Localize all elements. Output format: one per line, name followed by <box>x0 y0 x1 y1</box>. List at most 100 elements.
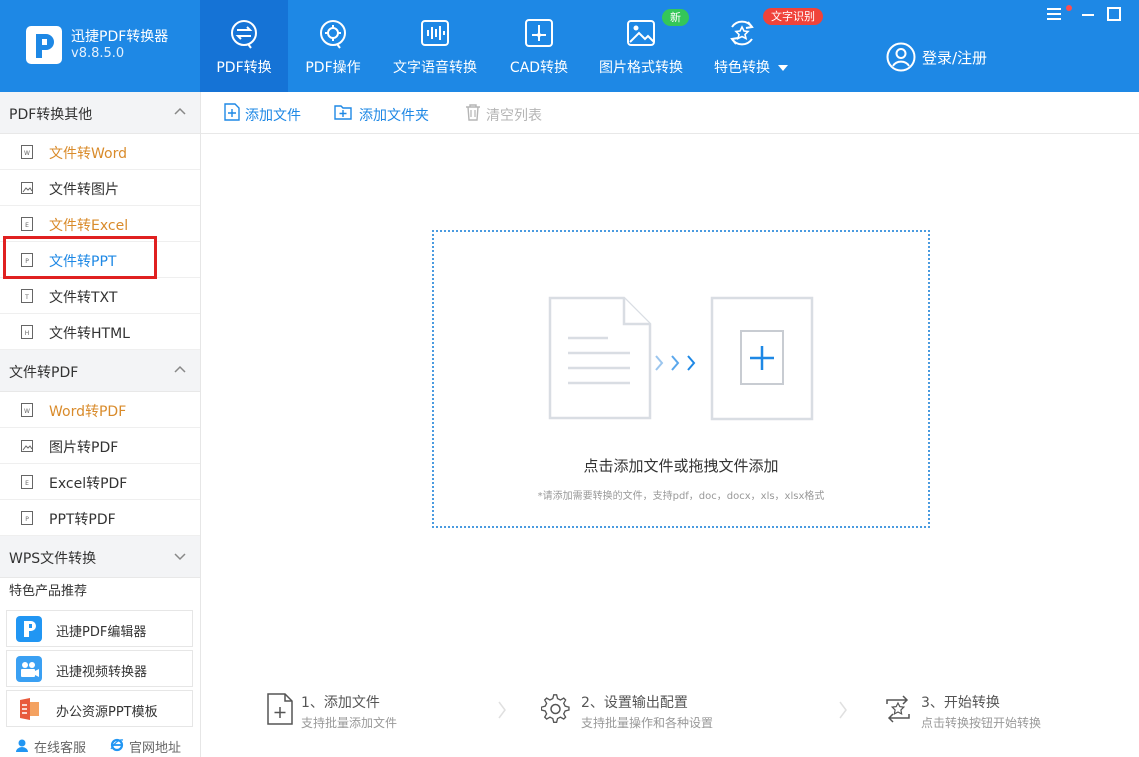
start-convert-icon <box>886 695 910 723</box>
svg-text:W: W <box>24 408 30 415</box>
maximize-icon[interactable] <box>1106 6 1122 22</box>
trash-icon <box>466 104 480 121</box>
document-icon <box>548 296 652 420</box>
sidebar-item-label: 文件转图片 <box>49 182 119 198</box>
sidebar-item-file-to-html[interactable]: H 文件转HTML <box>0 314 200 350</box>
word-doc-icon: W <box>21 145 33 159</box>
title-bar: 迅捷PDF转换器 v8.8.5.0 PDF转换 PDF操作 文字语音转换 CAD… <box>0 0 1139 92</box>
notification-dot <box>1066 5 1072 11</box>
sidebar-item-label: Word转PDF <box>49 404 127 420</box>
minimize-icon[interactable] <box>1080 6 1096 22</box>
add-folder-label: 添加文件夹 <box>359 108 429 124</box>
sidebar-item-ppt-to-pdf[interactable]: P PPT转PDF <box>0 500 200 536</box>
image-doc-icon <box>21 182 33 194</box>
sound-wave-icon <box>421 20 449 46</box>
footer-link-label: 官网地址 <box>129 741 182 756</box>
svg-text:T: T <box>24 294 29 301</box>
step-title: 2、设置输出配置 <box>581 695 688 711</box>
section-title: WPS文件转换 <box>9 551 97 567</box>
txt-doc-icon: T <box>21 289 33 303</box>
ie-browser-icon <box>110 738 124 752</box>
app-version: v8.8.5.0 <box>71 46 125 61</box>
ppt-doc-icon: P <box>21 511 33 525</box>
recommend-video-converter[interactable]: 迅捷视频转换器 <box>6 650 193 687</box>
chevron-down-icon <box>174 553 186 561</box>
sidebar-item-word-to-pdf[interactable]: W Word转PDF <box>0 392 200 428</box>
section-title: PDF转换其他 <box>9 107 93 123</box>
dropzone-hint-text: *请添加需要转换的文件，支持pdf，doc，docx，xls，xlsx格式 <box>537 491 825 502</box>
section-pdf-to-other[interactable]: PDF转换其他 <box>0 92 200 134</box>
step-title: 1、添加文件 <box>301 695 380 711</box>
html-doc-icon: H <box>21 325 33 339</box>
sidebar-item-image-to-pdf[interactable]: 图片转PDF <box>0 428 200 464</box>
add-file-label: 添加文件 <box>245 108 301 124</box>
sidebar-item-file-to-word[interactable]: W 文件转Word <box>0 134 200 170</box>
sidebar-item-label: 文件转HTML <box>49 326 130 342</box>
tab-label: PDF操作 <box>305 60 361 76</box>
sidebar-item-excel-to-pdf[interactable]: E Excel转PDF <box>0 464 200 500</box>
tab-text-voice[interactable]: 文字语音转换 <box>385 0 485 92</box>
arrow-chevrons-icon <box>655 355 696 371</box>
step-title: 3、开始转换 <box>921 695 1000 711</box>
sidebar: PDF转换其他 W 文件转Word 文件转图片 E 文件转Excel P 文件转… <box>0 92 201 757</box>
image-doc-icon <box>21 440 33 452</box>
cad-icon <box>525 19 553 47</box>
svg-text:P: P <box>25 516 29 523</box>
tab-label: 文字语音转换 <box>393 60 477 76</box>
sidebar-item-label: 文件转Word <box>49 146 127 162</box>
toolbar: 添加文件 添加文件夹 清空列表 <box>201 92 1139 134</box>
app-name: 迅捷PDF转换器 <box>71 29 169 45</box>
word-doc-icon: W <box>21 403 33 417</box>
selection-highlight-box <box>3 236 157 279</box>
recommend-title: 特色产品推荐 <box>9 584 88 599</box>
ocr-badge: 文字识别 <box>763 8 823 25</box>
recommend-label: 迅捷PDF编辑器 <box>56 625 147 640</box>
sidebar-item-label: 图片转PDF <box>49 440 119 456</box>
svg-text:W: W <box>24 150 30 157</box>
tab-label: 图片格式转换 <box>599 60 683 76</box>
tab-pdf-operate[interactable]: PDF操作 <box>290 0 376 92</box>
dropdown-arrow-icon <box>778 65 788 71</box>
add-folder-icon <box>334 105 352 120</box>
section-file-to-pdf[interactable]: 文件转PDF <box>0 350 200 392</box>
tab-label-text: 特色转换 <box>714 60 770 76</box>
user-icon <box>886 42 916 72</box>
pdf-app-logo <box>26 26 62 64</box>
tab-pdf-convert[interactable]: PDF转换 <box>200 0 288 92</box>
support-icon <box>16 739 28 752</box>
sidebar-item-file-to-txt[interactable]: T 文件转TXT <box>0 278 200 314</box>
recommend-pdf-editor[interactable]: 迅捷PDF编辑器 <box>6 610 193 647</box>
footer-link-label: 在线客服 <box>34 741 87 756</box>
excel-doc-icon: E <box>21 217 33 231</box>
sidebar-item-label: 文件转TXT <box>49 290 118 306</box>
sidebar-item-file-to-image[interactable]: 文件转图片 <box>0 170 200 206</box>
ppt-template-icon <box>20 698 39 720</box>
tab-label: PDF转换 <box>216 60 272 76</box>
dropzone-main-text: 点击添加文件或拖拽文件添加 <box>583 457 779 475</box>
clear-list-label: 清空列表 <box>486 108 542 124</box>
chevron-up-icon <box>174 365 186 373</box>
chevron-right-icon <box>498 701 506 719</box>
settings-gear-icon <box>541 694 570 724</box>
add-file-icon <box>224 103 240 121</box>
pdf-editor-icon <box>16 616 42 642</box>
step-desc: 点击转换按钮开始转换 <box>921 716 1042 730</box>
section-title: 文件转PDF <box>9 365 79 381</box>
video-converter-icon <box>16 656 42 682</box>
add-file-illustration <box>548 296 814 421</box>
tab-label: 特色转换 <box>714 57 800 77</box>
section-wps-convert[interactable]: WPS文件转换 <box>0 536 200 578</box>
svg-text:E: E <box>25 222 29 229</box>
tab-cad-convert[interactable]: CAD转换 <box>500 0 578 92</box>
image-icon <box>627 20 655 46</box>
svg-text:H: H <box>25 330 30 337</box>
sidebar-item-label: Excel转PDF <box>49 476 128 492</box>
gear-circle-icon <box>320 20 346 49</box>
add-file-icon <box>267 693 293 725</box>
login-label: 登录/注册 <box>922 49 988 67</box>
tab-label: CAD转换 <box>509 60 569 76</box>
recommend-ppt-template[interactable]: 办公资源PPT模板 <box>6 690 193 727</box>
chevron-right-icon <box>839 701 847 719</box>
new-badge: 新 <box>662 9 689 26</box>
menu-icon[interactable] <box>1046 6 1062 22</box>
